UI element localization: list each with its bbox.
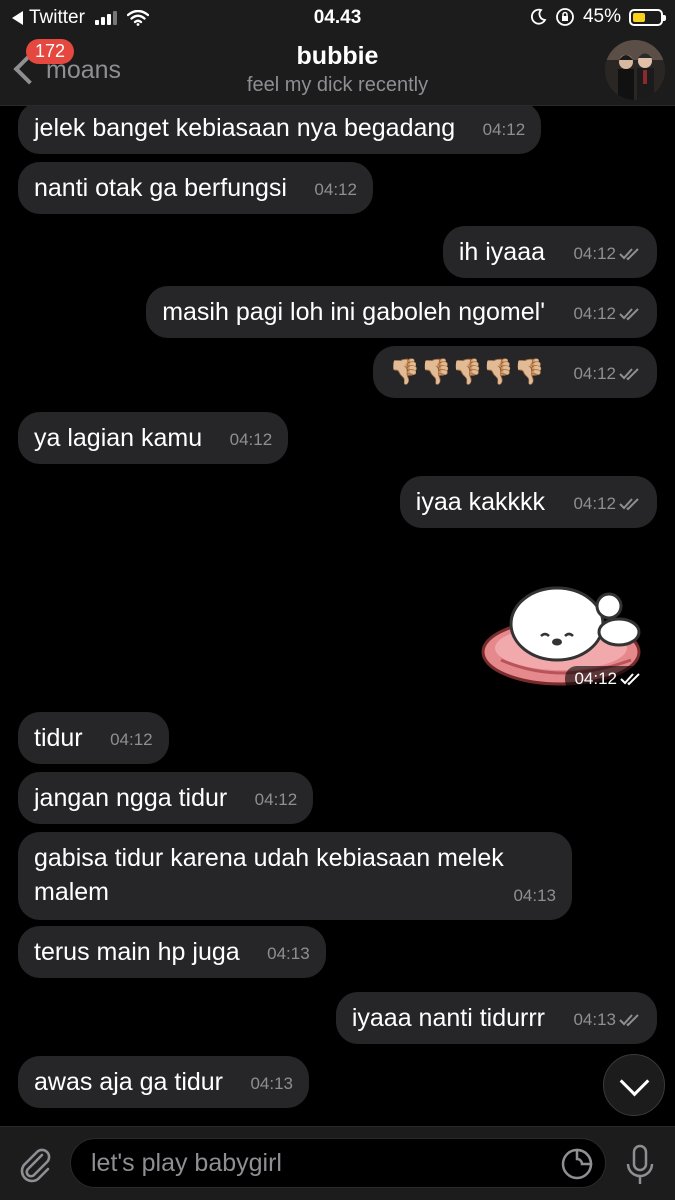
status-right: 45%	[529, 6, 666, 28]
message-text: iyaaa nanti tidurrr	[351, 1004, 545, 1032]
message-time-label: 04:13	[573, 1010, 616, 1029]
message-text: awas aja ga tidur	[34, 1068, 224, 1096]
chat-header: moans 172 bubbie feel my dick recently	[0, 34, 675, 106]
sticker-icon[interactable]	[560, 1147, 594, 1181]
moon-icon	[530, 8, 547, 25]
message-input[interactable]: let's play babygirl	[70, 1138, 606, 1188]
avatar[interactable]	[605, 40, 665, 100]
double-check-icon	[620, 673, 640, 686]
telegram-chat-screen: Twitter 04.43 45% moans 172 bubbie feel …	[0, 0, 675, 1200]
message-time-label: 04:12	[573, 364, 616, 383]
message-incoming[interactable]: nanti otak ga berfungsi 04:12	[18, 162, 373, 214]
message-time-label: 04:12	[110, 730, 153, 749]
message-text: gabisa tidur karena udah kebiasaan melek…	[34, 844, 504, 906]
rotation-lock-icon	[556, 8, 574, 26]
scroll-to-bottom-button[interactable]	[603, 1054, 665, 1116]
message-time: 04:12	[573, 237, 641, 271]
message-outgoing[interactable]: iyaaa nanti tidurrr 04:13	[335, 992, 657, 1044]
message-time-label: 04:12	[573, 244, 616, 263]
message-list[interactable]: jelek banget kebiasaan nya begadang 04:1…	[0, 106, 675, 1126]
message-text: terus main hp juga	[34, 938, 240, 966]
message-time-label: 04:12	[573, 494, 616, 513]
message-outgoing[interactable]: masih pagi loh ini gaboleh ngomel' 04:12	[146, 286, 657, 338]
message-text: ih iyaaa	[458, 238, 545, 266]
input-bar: let's play babygirl	[0, 1126, 675, 1200]
message-incoming[interactable]: terus main hp juga 04:13	[18, 926, 326, 978]
battery-percent: 45%	[582, 6, 621, 27]
message-time: 04:13	[250, 1067, 293, 1101]
message-incoming[interactable]: awas aja ga tidur 04:13	[18, 1056, 310, 1108]
message-text: ya lagian kamu	[34, 424, 203, 452]
emoji-message: 👎🏼👎🏼👎🏼👎🏼👎🏼	[389, 358, 545, 386]
message-time-label: 04:13	[250, 1074, 294, 1093]
chat-title[interactable]: bubbie	[0, 42, 675, 71]
message-time-label: 04:12	[482, 120, 526, 139]
message-time: 04:12	[110, 723, 153, 757]
message-time: 04:12	[573, 357, 641, 391]
double-check-icon	[619, 308, 639, 321]
message-time: 04:13	[513, 879, 556, 913]
message-text: jangan ngga tidur	[34, 784, 228, 812]
message-time: 04:13	[267, 937, 310, 971]
message-incoming[interactable]: jangan ngga tidur 04:12	[18, 772, 314, 824]
sticker-time: 04:12	[565, 666, 651, 692]
message-time: 04:12	[314, 173, 357, 207]
double-check-icon	[619, 248, 639, 261]
avatar-image	[605, 40, 665, 100]
message-incoming[interactable]: ya lagian kamu 04:12	[18, 412, 289, 464]
message-time-label: 04:13	[513, 886, 556, 905]
message-text: tidur	[34, 724, 83, 752]
message-outgoing[interactable]: iyaa kakkkk 04:12	[399, 476, 657, 528]
message-time: 04:12	[483, 113, 526, 147]
message-time: 04:12	[230, 423, 273, 457]
message-text: masih pagi loh ini gaboleh ngomel'	[162, 298, 545, 326]
message-input-placeholder: let's play babygirl	[91, 1149, 282, 1177]
microphone-icon[interactable]	[622, 1143, 658, 1187]
message-time-label: 04:12	[574, 669, 617, 688]
chat-subtitle: feel my dick recently	[246, 74, 429, 96]
message-incoming[interactable]: gabisa tidur karena udah kebiasaan melek…	[18, 832, 572, 920]
message-time-label: 04:12	[573, 304, 616, 323]
message-time-label: 04:12	[254, 790, 298, 809]
battery-icon	[629, 8, 666, 26]
message-time: 04:12	[573, 297, 641, 331]
message-time-label: 04:12	[229, 430, 273, 449]
message-outgoing[interactable]: 👎🏼👎🏼👎🏼👎🏼👎🏼 04:12	[373, 346, 657, 398]
message-time: 04:12	[573, 487, 641, 521]
status-bar: Twitter 04.43 45%	[0, 0, 675, 34]
double-check-icon	[619, 1014, 639, 1027]
message-incoming[interactable]: jelek banget kebiasaan nya begadang 04:1…	[18, 106, 542, 154]
double-check-icon	[619, 498, 639, 511]
message-text: jelek banget kebiasaan nya begadang	[34, 114, 456, 142]
message-time-label: 04:12	[314, 180, 357, 199]
message-text: nanti otak ga berfungsi	[34, 174, 287, 202]
battery-level	[633, 12, 645, 22]
message-time-label: 04:13	[267, 944, 310, 963]
message-time: 04:12	[255, 783, 298, 817]
message-text: iyaa kakkkk	[415, 488, 545, 516]
double-check-icon	[619, 368, 639, 381]
message-outgoing[interactable]: ih iyaaa 04:12	[442, 226, 657, 278]
message-time: 04:13	[573, 1003, 641, 1037]
paperclip-icon[interactable]	[14, 1143, 56, 1185]
message-incoming[interactable]: tidur 04:12	[18, 712, 169, 764]
